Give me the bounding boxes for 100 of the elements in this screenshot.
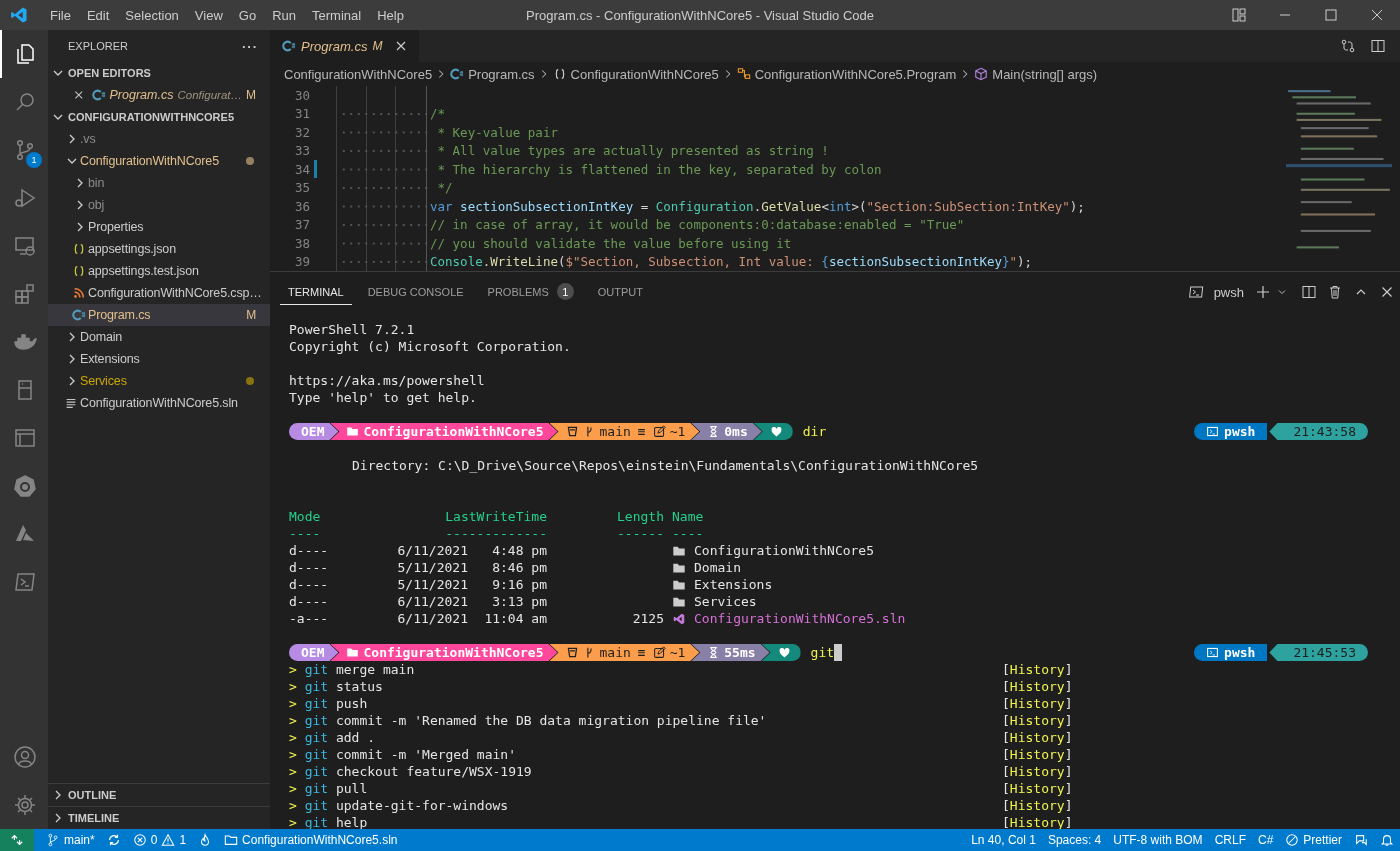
- panel-tab[interactable]: DEBUG CONSOLE: [359, 279, 472, 305]
- tree-item[interactable]: appsettings.json: [48, 238, 270, 260]
- menu-item[interactable]: Run: [264, 0, 304, 30]
- column-header: Name: [672, 509, 704, 524]
- compare-icon[interactable]: [1340, 38, 1356, 54]
- class-icon: [736, 67, 751, 81]
- problems-status[interactable]: 0 1: [126, 833, 193, 847]
- plus-icon[interactable]: [1255, 284, 1271, 300]
- solution-status[interactable]: ConfigurationWithNCore5.sln: [218, 833, 404, 847]
- remote-button[interactable]: [0, 829, 34, 851]
- open-editor-item[interactable]: Program.cs Configurat… M: [48, 84, 270, 106]
- tree-item[interactable]: Program.cs M: [48, 304, 270, 326]
- history-tag: [History]: [1002, 696, 1073, 711]
- tree-item[interactable]: .vs: [48, 128, 270, 150]
- run-debug-icon[interactable]: [13, 186, 37, 210]
- terminal-text: Copyright (c) Microsoft Corporation.: [289, 339, 571, 354]
- git-segment: main ≡ ~1: [549, 644, 700, 661]
- code-line: Console.WriteLine($"Section, Subsection, Int value: {sectionSubsectionIntKey}");: [430, 254, 1033, 270]
- tree-item[interactable]: obj: [48, 194, 270, 216]
- terminal-selector[interactable]: pwsh: [1182, 284, 1244, 300]
- breadcrumb-item[interactable]: Main(string[] args): [974, 66, 1098, 82]
- status-item[interactable]: C#: [1251, 833, 1280, 847]
- extensions-icon[interactable]: [13, 282, 37, 306]
- menu-item[interactable]: Terminal: [304, 0, 370, 30]
- menu-item[interactable]: Selection: [117, 0, 187, 30]
- feed-icon: [72, 286, 86, 300]
- csharp-icon: [450, 67, 465, 81]
- table-cell: ConfigurationWithNCore5: [694, 543, 874, 558]
- split-terminal-icon[interactable]: [1301, 284, 1317, 300]
- remote-explorer-icon[interactable]: [13, 234, 37, 258]
- count-badge: 1: [26, 152, 42, 168]
- table-cell-text: 9:16 pm: [491, 577, 547, 592]
- line-number: 30: [293, 87, 310, 103]
- status-item[interactable]: UTF-8 with BOM: [1107, 833, 1209, 847]
- breadcrumb-item[interactable]: ConfigurationWithNCore5: [284, 66, 433, 82]
- breadcrumb-item[interactable]: ConfigurationWithNCore5.Program: [736, 66, 957, 82]
- lines-icon: [64, 396, 78, 410]
- panel-tab[interactable]: PROBLEMS 1: [479, 279, 582, 305]
- sync-icon[interactable]: [106, 833, 121, 847]
- status-item[interactable]: Spaces: 4: [1041, 833, 1108, 847]
- tree-item[interactable]: appsettings.test.json: [48, 260, 270, 282]
- tree-item[interactable]: ConfigurationWithNCore5: [48, 150, 270, 172]
- more-actions[interactable]: ···: [242, 38, 258, 54]
- helm-wheel-icon[interactable]: [13, 474, 37, 498]
- menu-item[interactable]: Go: [230, 0, 265, 30]
- trash-icon[interactable]: [1327, 284, 1343, 300]
- menu-item[interactable]: Edit: [78, 0, 118, 30]
- section-header[interactable]: CONFIGURATIONWITHNCORE5: [48, 106, 270, 128]
- tree-item[interactable]: ConfigurationWithNCore5.csp…: [48, 282, 270, 304]
- tree-item[interactable]: Domain: [48, 326, 270, 348]
- history-tag: [History]: [1002, 662, 1073, 677]
- terminal-text: https://aka.ms/powershell: [289, 373, 485, 388]
- folder-icon: [346, 425, 360, 438]
- menu-item[interactable]: View: [186, 0, 231, 30]
- bell-icon[interactable]: [1380, 833, 1394, 847]
- remote-icon: [10, 833, 24, 847]
- prettier-status[interactable]: Prettier: [1279, 833, 1348, 847]
- history-entry: > git push: [289, 696, 369, 711]
- account-icon[interactable]: [13, 745, 37, 769]
- time-segment: 21:45:53: [1269, 644, 1368, 661]
- window-icon[interactable]: [13, 426, 37, 450]
- terminal-icon: [1206, 425, 1220, 438]
- breadcrumb-item[interactable]: ConfigurationWithNCore5: [552, 66, 719, 82]
- breadcrumb-item[interactable]: Program.cs: [450, 66, 535, 82]
- tree-item[interactable]: bin: [48, 172, 270, 194]
- tree-item[interactable]: Services: [48, 370, 270, 392]
- git-segment: main ≡ ~1: [549, 423, 700, 440]
- path-segment: ConfigurationWithNCore5: [330, 644, 558, 661]
- history-tag: [History]: [1002, 764, 1073, 779]
- panel-tab[interactable]: TERMINAL: [280, 279, 352, 305]
- line-number: 37: [293, 217, 310, 233]
- tree-item[interactable]: ConfigurationWithNCore5.sln: [48, 392, 270, 414]
- section-header[interactable]: OPEN EDITORS: [48, 62, 270, 84]
- tree-item[interactable]: Properties: [48, 216, 270, 238]
- table-cell-text: 6/11/2021: [396, 594, 468, 609]
- branch-status[interactable]: main*: [40, 833, 101, 847]
- status-item[interactable]: CRLF: [1208, 833, 1252, 847]
- time-segment: 21:43:58: [1269, 423, 1368, 440]
- terminal-icon[interactable]: [13, 570, 37, 594]
- status-item[interactable]: Ln 40, Col 1: [965, 833, 1042, 847]
- terminal-text: Type 'help' to get help.: [289, 390, 477, 405]
- settings-icon[interactable]: [13, 793, 37, 817]
- code-line: * Key-value pair: [436, 124, 558, 140]
- menu-item[interactable]: Help: [369, 0, 412, 30]
- panel-tab[interactable]: OUTPUT: [589, 279, 651, 305]
- feedback-icon[interactable]: [1354, 833, 1368, 847]
- terminal-icon: [1187, 284, 1204, 300]
- menu-item[interactable]: File: [42, 0, 79, 30]
- section-header[interactable]: OUTLINE: [48, 783, 270, 806]
- table-cell: ConfigurationWithNCore5.sln: [694, 611, 906, 626]
- history-tag: [History]: [1002, 781, 1073, 796]
- editor-tab[interactable]: Program.cs M: [270, 30, 420, 62]
- split-editor-icon[interactable]: [1370, 38, 1386, 54]
- prettier-icon: [1285, 833, 1300, 847]
- terminal-icon: [1206, 646, 1220, 659]
- code-line: var sectionSubsectionIntKey = Configuration.GetValue<int>("Section:SubSection:IntKey");: [430, 198, 1085, 214]
- column-header: ----: [289, 526, 322, 541]
- tree-item[interactable]: Extensions: [48, 348, 270, 370]
- code-line: /*: [430, 106, 446, 122]
- edit-icon: [652, 425, 666, 438]
